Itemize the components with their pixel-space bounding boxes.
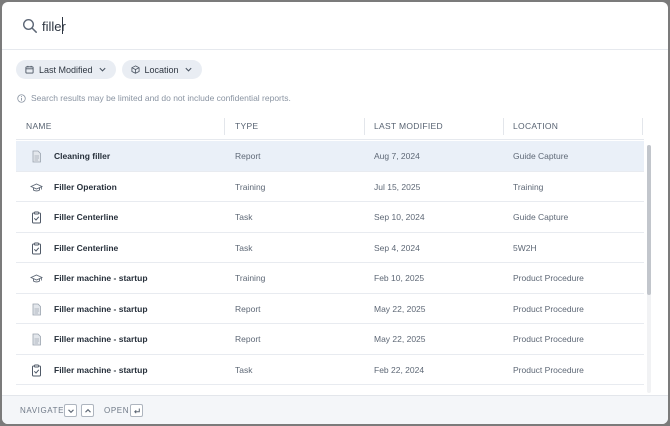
row-last-modified: May 22, 2025 (374, 334, 426, 344)
filter-location[interactable]: Location (121, 60, 202, 79)
chevron-down-icon (184, 67, 192, 72)
row-location: Product Procedure (513, 273, 584, 283)
column-header-type[interactable]: TYPE (235, 114, 258, 139)
row-last-modified: Sep 4, 2024 (374, 242, 420, 253)
info-icon (17, 93, 26, 103)
scrollbar[interactable] (647, 145, 651, 393)
open-enter-key[interactable] (130, 404, 143, 417)
column-header-name[interactable]: NAME (26, 114, 52, 139)
open-label: OPEN (104, 406, 130, 415)
graduation-cap-icon (30, 274, 43, 283)
search-modal: Last Modified Location Search results ma… (2, 2, 668, 424)
search-icon (22, 18, 37, 33)
column-divider[interactable] (224, 118, 225, 135)
enter-icon (133, 408, 140, 414)
row-name: Cleaning filler (54, 151, 111, 161)
row-name: Filler machine - startup (54, 334, 148, 344)
text-caret (62, 17, 63, 34)
row-name: Filler machine - startup (54, 273, 148, 283)
row-location: Product Procedure (513, 334, 584, 344)
row-last-modified: Aug 7, 2024 (374, 151, 420, 161)
filter-label: Location (144, 64, 179, 75)
graduation-cap-icon (30, 183, 43, 191)
navigate-up-key[interactable] (81, 404, 94, 417)
search-bar (2, 2, 668, 50)
row-type: Report (235, 303, 261, 314)
table-row[interactable]: Cleaning filler Report Aug 7, 2024 Guide Ca… (16, 141, 644, 172)
row-last-modified: Jul 15, 2025 (374, 181, 421, 192)
table-row[interactable]: Filler machine - startup Report May 22, 20… (16, 294, 644, 324)
navigate-label: NAVIGATE (20, 406, 65, 415)
table-row[interactable] (16, 385, 644, 393)
navigate-down-key[interactable] (64, 404, 77, 417)
row-name: Filler Centerline (54, 242, 119, 253)
row-type: Task (235, 212, 253, 222)
column-header-last-modified[interactable]: LAST MODIFIED (374, 114, 443, 139)
table-row[interactable]: Filler machine - startup Training Feb 10, … (16, 263, 644, 294)
row-last-modified: May 22, 2025 (374, 303, 426, 314)
document-icon (32, 303, 41, 315)
notice-text: Search results may be limited and do not… (31, 93, 291, 103)
document-icon (32, 150, 41, 163)
row-last-modified: Sep 10, 2024 (374, 212, 425, 222)
row-type: Training (235, 181, 266, 192)
filter-bar: Last Modified Location (16, 60, 202, 80)
row-location: 5W2H (513, 242, 537, 253)
table-row[interactable]: Filler Centerline Task Sep 10, 2024 Guide C… (16, 202, 644, 233)
clipboard-check-icon (32, 364, 41, 376)
row-location: Guide Capture (513, 212, 569, 222)
keyboard-hints-footer: NAVIGATE OPEN (2, 395, 668, 424)
filter-label: Last Modified (39, 64, 93, 75)
row-type: Task (235, 364, 253, 375)
chevron-down-icon (67, 408, 74, 413)
results-list: Cleaning filler Report Aug 7, 2024 Guide Ca… (16, 141, 644, 393)
chevron-down-icon (98, 67, 106, 72)
scrollbar-thumb[interactable] (647, 145, 651, 295)
clipboard-check-icon (32, 242, 41, 254)
row-type: Report (235, 151, 261, 161)
row-name: Filler Operation (54, 181, 117, 192)
row-type: Training (235, 273, 266, 283)
column-divider[interactable] (642, 118, 643, 135)
row-name: Filler machine - startup (54, 364, 148, 375)
search-notice: Search results may be limited and do not… (17, 93, 291, 103)
row-location: Product Procedure (513, 364, 584, 375)
column-divider[interactable] (364, 118, 365, 135)
box-icon (131, 65, 140, 74)
table-row[interactable]: Filler machine - startup Report May 22, 20… (16, 324, 644, 355)
table-header: NAME TYPE LAST MODIFIED LOCATION (16, 114, 644, 140)
row-last-modified: Feb 22, 2024 (374, 364, 425, 375)
search-input[interactable] (42, 14, 642, 38)
column-header-location[interactable]: LOCATION (513, 114, 558, 139)
clipboard-check-icon (32, 211, 41, 224)
chevron-up-icon (84, 408, 91, 413)
filter-last-modified[interactable]: Last Modified (16, 60, 116, 79)
calendar-icon (25, 65, 34, 74)
table-row[interactable]: Filler machine - startup Task Feb 22, 2024… (16, 355, 644, 385)
row-location: Guide Capture (513, 151, 569, 161)
column-divider[interactable] (503, 118, 504, 135)
row-location: Training (513, 181, 544, 192)
row-type: Task (235, 242, 253, 253)
row-last-modified: Feb 10, 2025 (374, 273, 425, 283)
row-name: Filler machine - startup (54, 303, 148, 314)
row-type: Report (235, 334, 261, 344)
document-icon (32, 333, 41, 346)
table-row[interactable]: Filler Centerline Task Sep 4, 2024 5W2H (16, 233, 644, 263)
row-name: Filler Centerline (54, 212, 119, 222)
row-location: Product Procedure (513, 303, 584, 314)
table-row[interactable]: Filler Operation Training Jul 15, 2025 Trai… (16, 172, 644, 202)
